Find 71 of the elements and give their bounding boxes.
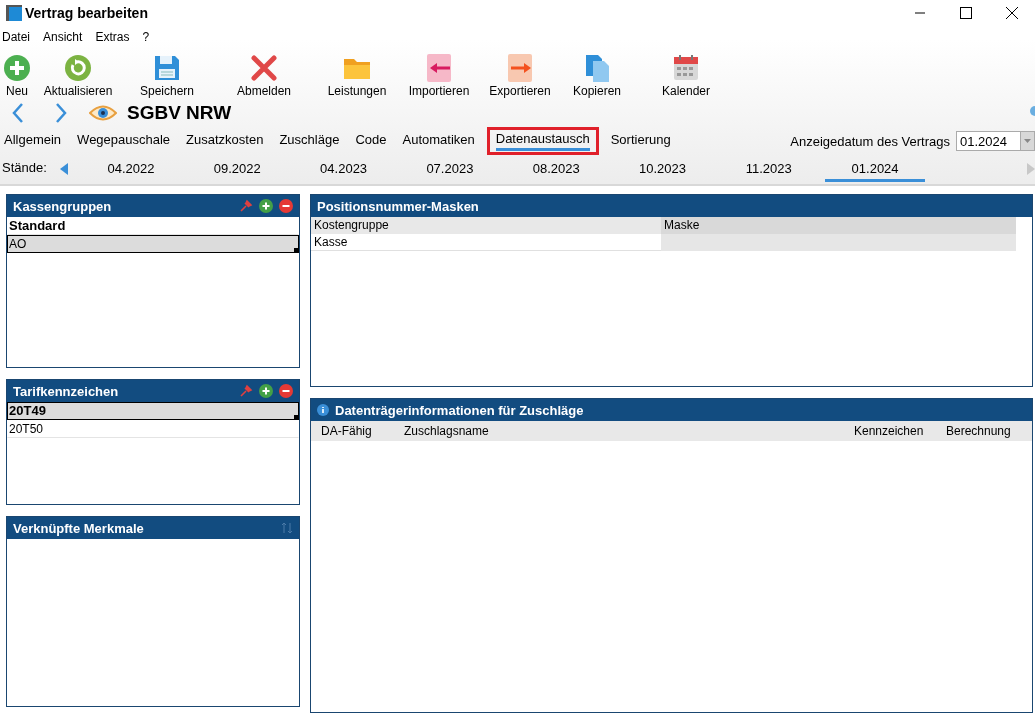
column-header[interactable]: Kennzeichen bbox=[844, 424, 936, 438]
save-icon bbox=[152, 53, 182, 83]
dropdown-caret-icon bbox=[1024, 139, 1031, 143]
tab[interactable]: Zusatzkosten bbox=[178, 129, 272, 153]
menu-item[interactable]: ? bbox=[142, 30, 150, 44]
toolbar-button[interactable]: Exportieren bbox=[480, 53, 560, 98]
menu-item[interactable]: Datei bbox=[2, 30, 30, 44]
list-item[interactable]: 20T50 bbox=[7, 420, 299, 438]
version-tab[interactable]: 07.2023 bbox=[399, 156, 500, 182]
panel-title: Tarifkennzeichen bbox=[13, 383, 120, 399]
toolbar-button[interactable]: Abmelden bbox=[212, 53, 316, 98]
tab[interactable]: Automatiken bbox=[394, 129, 483, 153]
window-title: Vertrag bearbeiten bbox=[25, 5, 149, 21]
tab[interactable]: Zuschläge bbox=[271, 129, 348, 153]
calendar-icon bbox=[671, 53, 701, 83]
display-date-field[interactable]: 01.2024 bbox=[956, 131, 1020, 151]
panel-title: Datenträgerinformationen für Zuschläge bbox=[335, 402, 585, 418]
pin-icon[interactable] bbox=[239, 384, 253, 398]
pin-icon[interactable] bbox=[239, 199, 253, 213]
column-header[interactable]: Zuschlagsname bbox=[394, 424, 844, 438]
plus-icon bbox=[2, 53, 32, 83]
plus-icon[interactable] bbox=[259, 199, 273, 213]
panel-title: Positionsnummer-Masken bbox=[317, 198, 480, 214]
left-arrow-icon[interactable] bbox=[60, 163, 68, 175]
export-icon bbox=[505, 53, 535, 83]
version-tab[interactable]: 04.2022 bbox=[81, 156, 181, 182]
panel-title: Verknüpfte Merkmale bbox=[13, 520, 145, 536]
tab[interactable]: Sortierung bbox=[602, 129, 679, 153]
import-icon bbox=[424, 53, 454, 83]
minus-icon[interactable] bbox=[279, 384, 293, 398]
version-tab[interactable]: 11.2023 bbox=[718, 156, 819, 182]
column-header[interactable]: DA-Fähig bbox=[311, 424, 394, 438]
toolbar-button[interactable]: Kopieren bbox=[560, 53, 634, 98]
version-tab[interactable]: 10.2023 bbox=[612, 156, 713, 182]
dropdown-button[interactable] bbox=[1020, 131, 1035, 151]
toolbar-button[interactable]: Aktualisieren bbox=[34, 53, 122, 98]
toolbar-button[interactable]: Neu bbox=[0, 53, 34, 98]
tab[interactable]: Allgemein bbox=[4, 129, 70, 153]
sort-icon[interactable] bbox=[281, 522, 293, 534]
table-cell: Kasse bbox=[311, 234, 661, 251]
version-tab[interactable]: 08.2023 bbox=[506, 156, 607, 182]
list-item[interactable]: AO bbox=[7, 235, 299, 253]
menu-item[interactable]: Extras bbox=[95, 30, 130, 44]
list-item[interactable]: 20T49 bbox=[7, 402, 299, 420]
panel-title: Kassengruppen bbox=[13, 198, 113, 214]
version-tab[interactable]: 04.2023 bbox=[293, 156, 394, 182]
eye-icon bbox=[89, 104, 117, 122]
column-header[interactable]: Kostengruppe bbox=[311, 217, 661, 234]
version-tab[interactable]: 01.2024 bbox=[825, 156, 926, 182]
maximize-icon[interactable] bbox=[960, 7, 972, 19]
toolbar-button[interactable]: Leistungen bbox=[316, 53, 398, 98]
info-icon bbox=[317, 404, 329, 416]
app-icon bbox=[6, 5, 22, 21]
toolbar-button[interactable]: Kalender bbox=[634, 53, 738, 98]
versions-label: Stände: bbox=[2, 159, 48, 175]
plus-icon[interactable] bbox=[259, 384, 273, 398]
tab[interactable]: Datenaustausch bbox=[486, 127, 599, 155]
toolbar-button[interactable]: Importieren bbox=[398, 53, 480, 98]
minus-icon[interactable] bbox=[279, 199, 293, 213]
record-title: SGBV NRW bbox=[127, 102, 232, 124]
refresh-icon bbox=[63, 53, 93, 83]
cross-icon bbox=[249, 53, 279, 83]
toolbar-button[interactable]: Speichern bbox=[122, 53, 212, 98]
menu-item[interactable]: Ansicht bbox=[43, 30, 83, 44]
display-date-label: Anzeigedatum des Vertrags bbox=[790, 133, 950, 149]
tab[interactable]: Wegepauschale bbox=[69, 129, 179, 153]
close-icon[interactable] bbox=[1006, 7, 1018, 19]
version-tab[interactable]: 09.2022 bbox=[187, 156, 288, 182]
tab[interactable]: Code bbox=[347, 129, 395, 153]
column-header[interactable]: Berechnung bbox=[936, 424, 1032, 438]
column-header[interactable]: Maske bbox=[661, 217, 1016, 234]
